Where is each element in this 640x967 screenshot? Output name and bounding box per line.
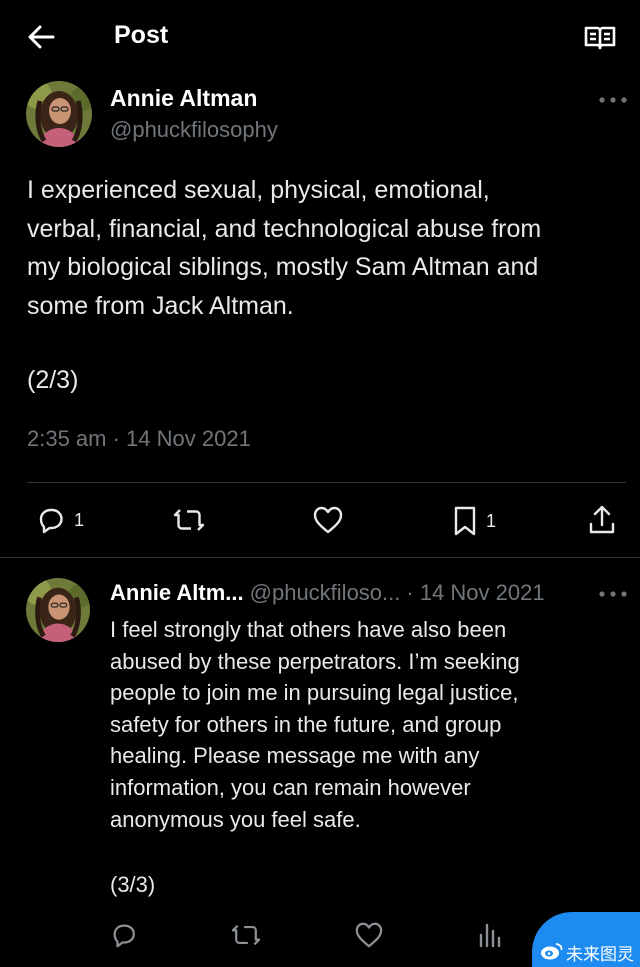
- like-button[interactable]: [354, 921, 384, 949]
- reply-text-line: healing. Please message me with any: [110, 743, 480, 769]
- share-button[interactable]: [587, 504, 617, 536]
- heart-icon: [313, 506, 343, 534]
- analytics-icon: [479, 923, 501, 948]
- retweet-icon: [231, 924, 261, 946]
- tweet-text-line: I experienced sexual, physical, emotiona…: [27, 176, 490, 204]
- reply-button[interactable]: 1: [36, 505, 84, 535]
- like-button[interactable]: [312, 505, 344, 535]
- share-icon: [589, 505, 615, 534]
- top-bar: Post: [0, 0, 640, 76]
- page-title: Post: [114, 21, 169, 49]
- tweet-text-line: verbal, financial, and technological abu…: [27, 214, 542, 243]
- avatar[interactable]: [26, 81, 92, 147]
- author-name[interactable]: Annie Altm...: [110, 580, 244, 605]
- reply-text-line: anonymous you feel safe.: [110, 806, 361, 832]
- more-options-icon[interactable]: [598, 590, 628, 598]
- reply-text: I feel strongly that others have also be…: [110, 614, 620, 835]
- weibo-logo-icon: [541, 943, 563, 960]
- tweet-text: I experienced sexual, physical, emotiona…: [27, 171, 617, 325]
- reply-text-line: people to join me in pursuing legal just…: [110, 680, 519, 706]
- reply-text-line: safety for others in the future, and gro…: [110, 711, 502, 737]
- author-handle[interactable]: @phuckfiloso...: [250, 580, 401, 605]
- avatar[interactable]: [26, 578, 90, 642]
- reply-icon: [39, 508, 63, 534]
- bookmark-button[interactable]: 1: [452, 505, 496, 537]
- watermark-text: 未来图灵: [566, 945, 634, 964]
- views-button[interactable]: [478, 921, 502, 949]
- reply-text-line: I feel strongly that others have also be…: [110, 617, 507, 642]
- tweet-text-line: some from Jack Altman.: [27, 291, 294, 320]
- reply-header: Annie Altm... @phuckfiloso... · 14 Nov 202…: [110, 580, 545, 606]
- tweet-timestamp[interactable]: 2:35 am · 14 Nov 2021: [27, 426, 251, 452]
- reply-date[interactable]: · 14 Nov 2021: [406, 580, 544, 605]
- open-book-icon[interactable]: [583, 24, 617, 52]
- thread-counter: (2/3): [27, 366, 79, 394]
- reply-icon: [113, 924, 135, 948]
- tweet-text-line: my biological siblings, mostly Sam Altma…: [27, 253, 539, 281]
- bookmark-count: 1: [486, 510, 497, 531]
- retweet-button[interactable]: [172, 505, 206, 535]
- retweet-button[interactable]: [230, 921, 262, 949]
- author-handle[interactable]: @phuckfilosophy: [110, 117, 278, 143]
- divider: [27, 482, 626, 483]
- thread-counter: (3/3): [110, 872, 156, 897]
- more-options-icon[interactable]: [598, 96, 628, 104]
- reply-text-line: abused by these perpetrators. I’m seekin…: [110, 648, 520, 674]
- reply-text-line: information, you can remain however: [110, 774, 471, 800]
- reply-button[interactable]: [110, 921, 138, 949]
- reply-count: 1: [74, 509, 85, 530]
- divider: [0, 557, 640, 558]
- author-name[interactable]: Annie Altman: [110, 85, 257, 112]
- retweet-icon: [173, 509, 205, 531]
- heart-icon: [355, 922, 383, 948]
- bookmark-icon: [454, 506, 476, 536]
- arrow-left-icon[interactable]: [26, 22, 56, 52]
